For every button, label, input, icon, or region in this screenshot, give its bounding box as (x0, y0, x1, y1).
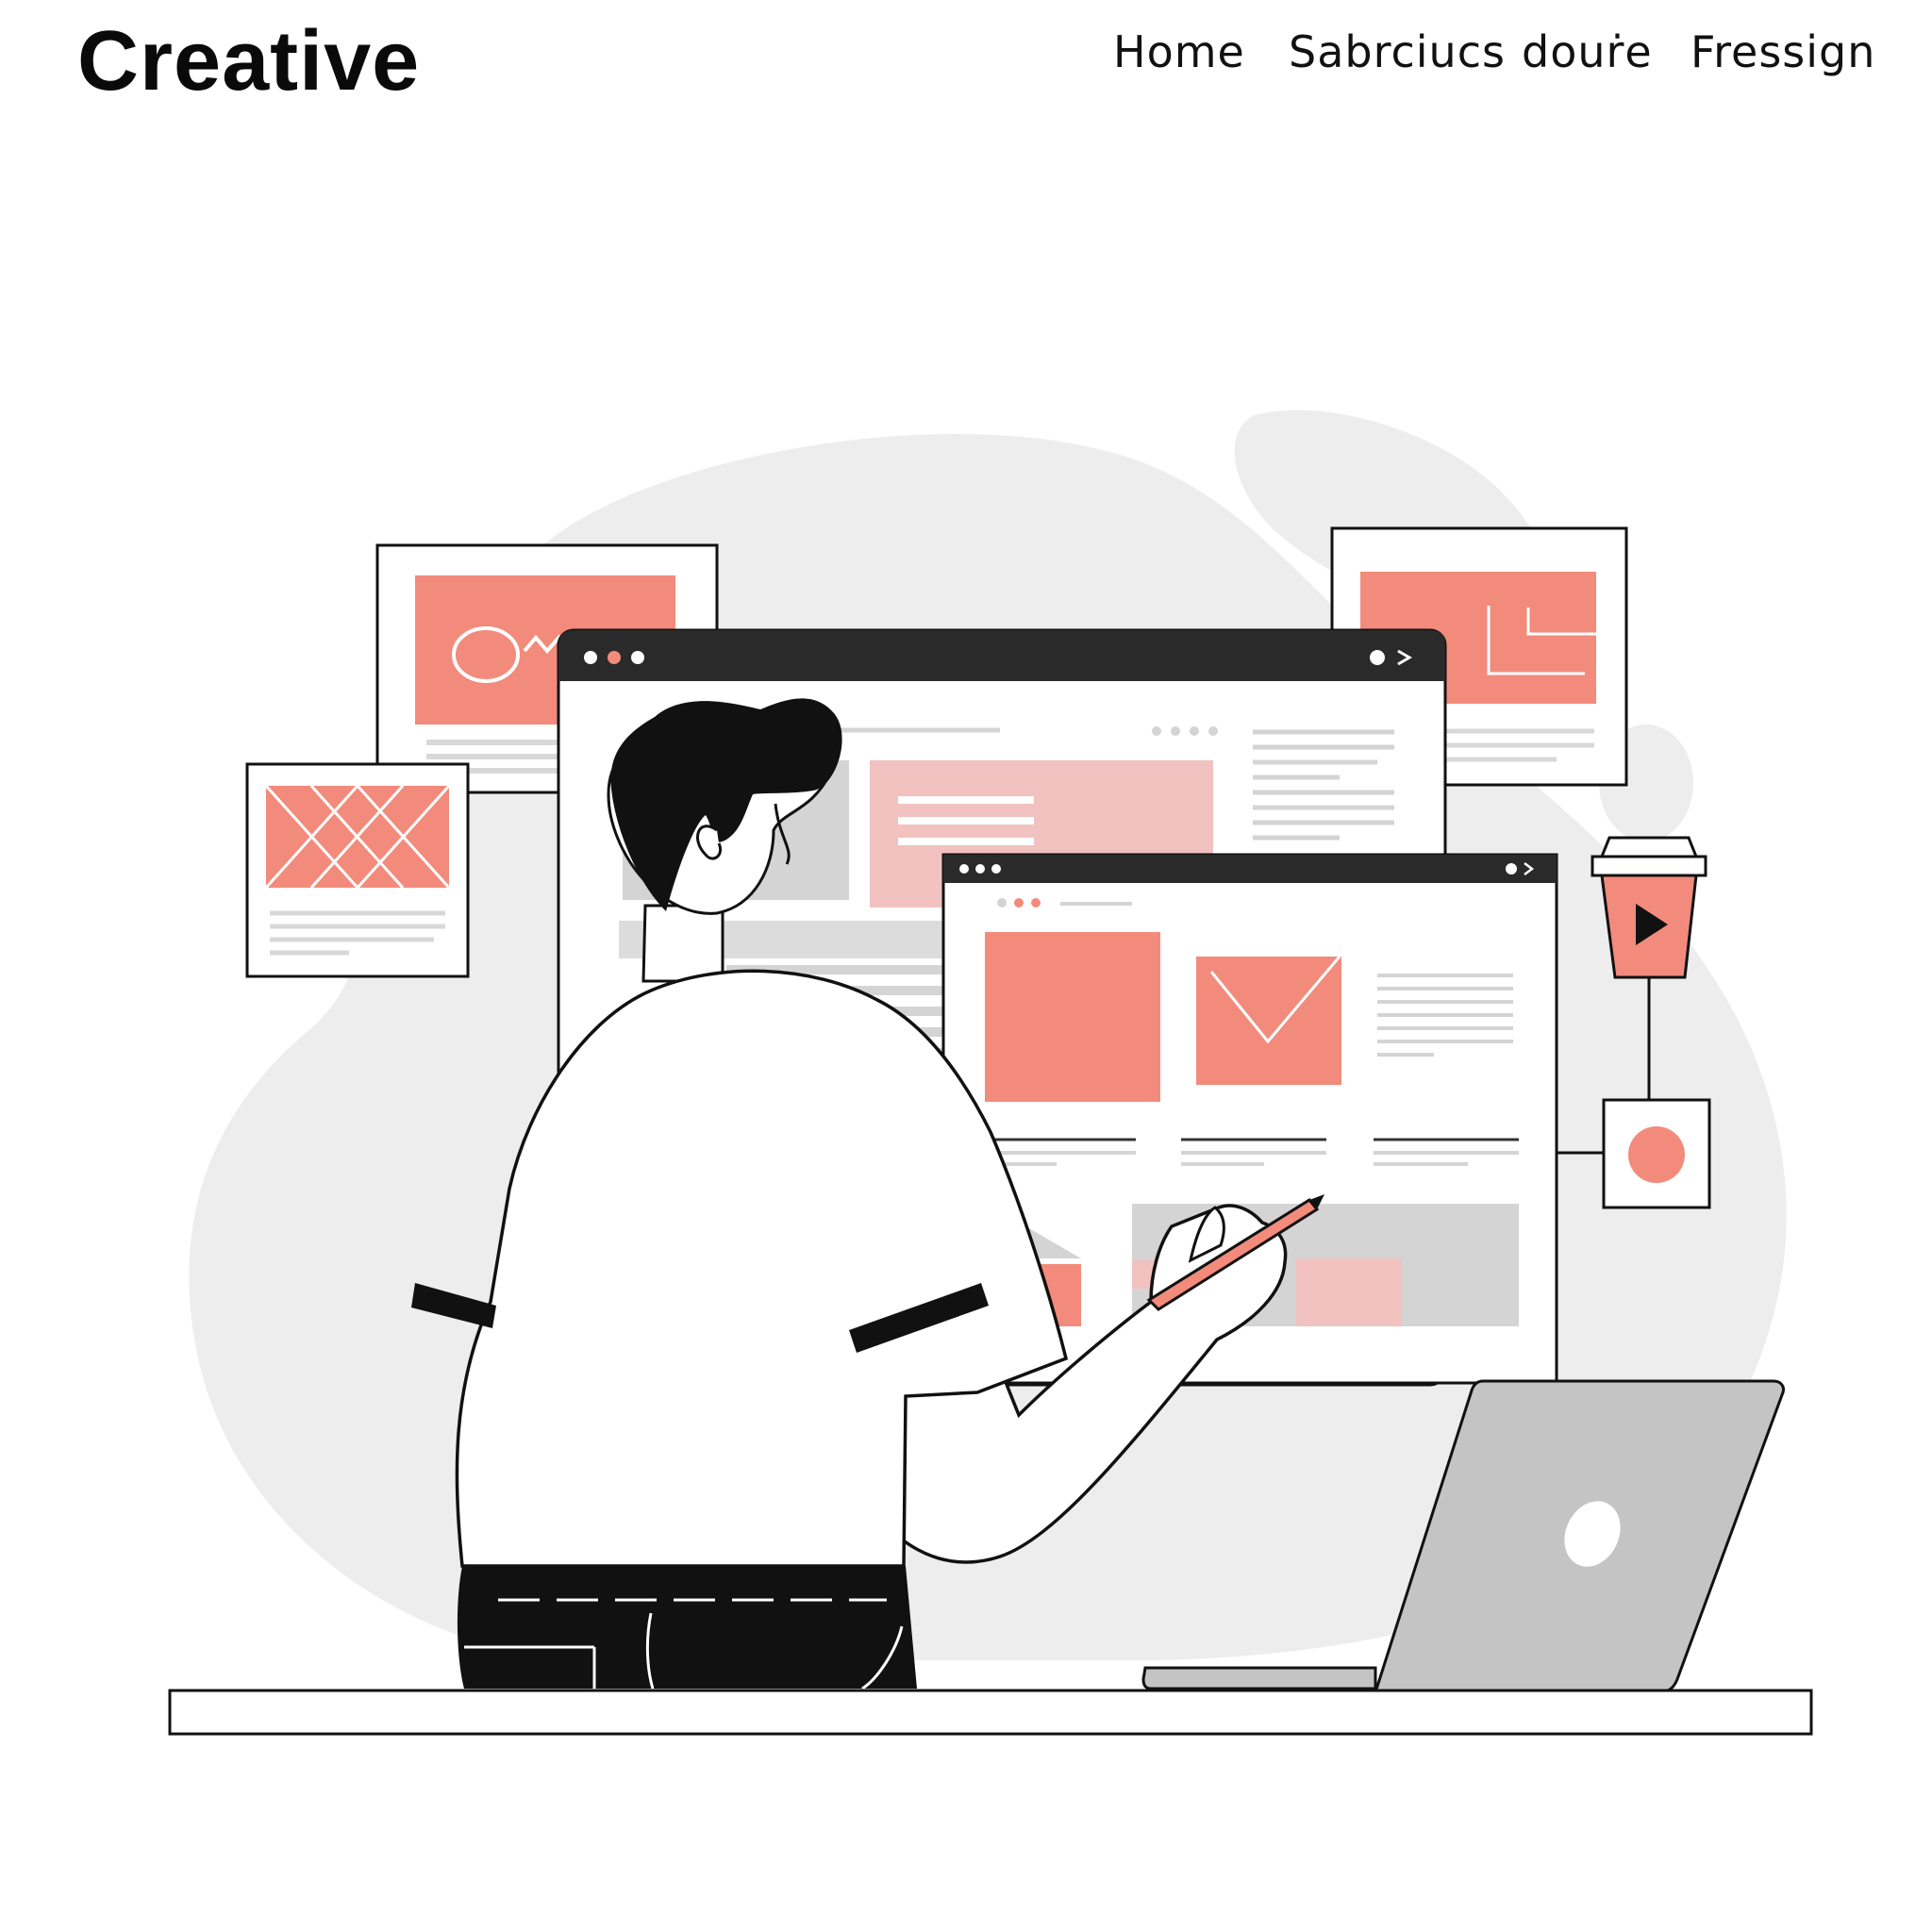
settings-icon (1506, 863, 1517, 874)
settings-icon (1370, 650, 1385, 665)
window-dot (975, 864, 985, 874)
record-card (1602, 1098, 1711, 1209)
window-dot (584, 651, 597, 664)
window-dot (631, 651, 644, 664)
hero-illustration (168, 409, 1813, 1736)
window-dot (991, 864, 1001, 874)
desk (168, 1689, 1813, 1736)
wireframe-card-left (245, 762, 470, 978)
record-dot-icon (1628, 1126, 1685, 1183)
window-dot (959, 864, 969, 874)
window-dot (608, 651, 621, 664)
